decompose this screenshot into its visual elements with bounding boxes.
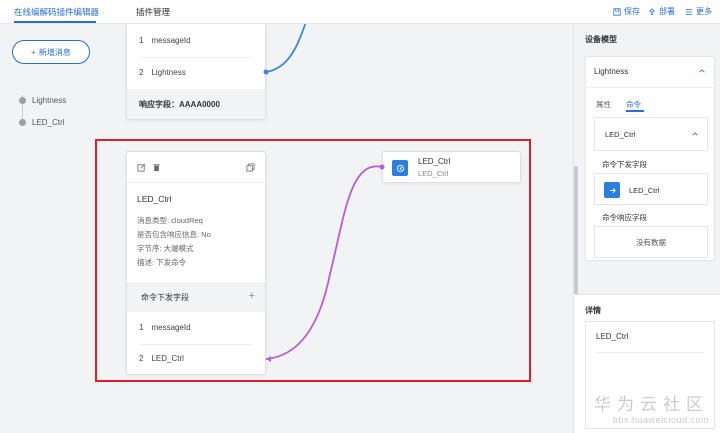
more-label: 更多 <box>696 7 712 16</box>
deploy-icon <box>648 7 656 15</box>
command-selector-label: LED_Ctrl <box>605 130 636 139</box>
command-icon <box>604 182 620 198</box>
wire-anchor <box>263 69 269 75</box>
empty-state: 没有数据 <box>594 226 708 258</box>
editor-canvas[interactable]: + 新增消息 Lightness LED_Ctrl 1 messageId 2 … <box>0 24 573 433</box>
send-field-item[interactable]: LED_Ctrl <box>594 173 708 205</box>
tab-codec-editor[interactable]: 在线编解码插件编辑器 <box>14 6 99 18</box>
watermark: 华为云社区 bbs.huaweicloud.com <box>594 390 709 425</box>
top-bar: 在线编解码插件编辑器 插件管理 保存 部署 更多 <box>0 0 720 24</box>
details-value: LED_Ctrl <box>596 332 629 341</box>
send-field-name: LED_Ctrl <box>629 186 660 195</box>
wire-anchor <box>379 164 385 170</box>
chevron-up-icon[interactable] <box>698 67 706 75</box>
save-label: 保存 <box>624 7 640 16</box>
active-tab-indicator <box>626 110 644 112</box>
right-panel: 设备模型 Lightness 属性 命令 LED_Ctrl 命令下发字段 LED… <box>573 24 720 433</box>
divider <box>596 352 704 353</box>
connection-wires <box>263 24 385 362</box>
send-fields-label: 命令下发字段 <box>602 160 647 169</box>
deploy-label: 部署 <box>659 7 675 16</box>
tab-plugin-management[interactable]: 插件管理 <box>136 6 170 18</box>
details-title: 详情 <box>585 306 601 315</box>
tab-commands[interactable]: 命令 <box>626 99 641 110</box>
details-section: 详情 LED_Ctrl 华为云社区 bbs.huaweicloud.com <box>574 294 720 433</box>
wire-led-ctrl <box>265 165 383 360</box>
tab-properties[interactable]: 属性 <box>596 99 611 110</box>
wire-arrow <box>266 356 271 362</box>
device-model-box: Lightness 属性 命令 LED_Ctrl 命令下发字段 LED_Ctrl… <box>585 56 715 261</box>
wire-lightness <box>265 24 307 73</box>
save-button[interactable]: 保存 <box>613 6 640 17</box>
device-model-title: 设备模型 <box>585 35 617 44</box>
model-name: Lightness <box>594 67 629 76</box>
deploy-button[interactable]: 部署 <box>648 6 675 17</box>
more-icon <box>685 8 693 15</box>
chevron-up-icon[interactable] <box>691 130 699 138</box>
watermark-en: bbs.huaweicloud.com <box>612 415 709 425</box>
response-fields-label: 命令响应字段 <box>602 213 647 222</box>
more-button[interactable]: 更多 <box>685 6 712 17</box>
command-selector[interactable]: LED_Ctrl <box>594 117 708 151</box>
active-tab-indicator <box>14 21 96 23</box>
divider <box>586 87 714 88</box>
watermark-cn: 华为云社区 <box>594 395 709 415</box>
save-icon <box>613 7 621 16</box>
